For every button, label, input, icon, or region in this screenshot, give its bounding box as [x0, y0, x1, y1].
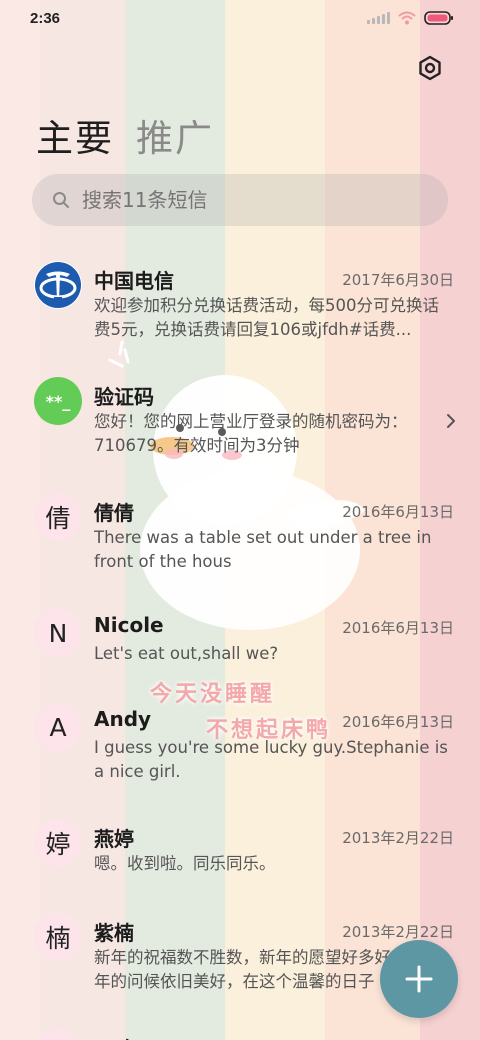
message-preview: 您好！您的网上营业厅登录的随机密码为：710679。有效时间为3分钟	[94, 412, 408, 455]
avatar: **_	[34, 377, 82, 425]
list-item[interactable]: A Andy 2016年6月13日 I guess you're some lu…	[0, 687, 480, 803]
list-item[interactable]: 婷 燕婷 2013年2月22日 嗯。收到啦。同乐同乐。	[0, 803, 480, 897]
contact-name: Nicole	[94, 613, 164, 637]
status-bar: 2:36	[0, 0, 480, 38]
message-preview: Let's eat out,shall we?	[94, 644, 279, 663]
message-date: 2016年6月13日	[342, 713, 454, 731]
list-item[interactable]: 倩 倩倩 2016年6月13日 There was a table set ou…	[0, 477, 480, 593]
list-item[interactable]: 子玲	[0, 1013, 480, 1040]
message-date: 2013年2月22日	[342, 829, 454, 847]
message-date: 2016年6月13日	[342, 503, 454, 521]
contact-name: 子玲	[94, 1033, 134, 1040]
signal-icon	[367, 12, 390, 24]
avatar: N	[34, 609, 82, 657]
new-message-button[interactable]	[380, 940, 458, 1018]
wifi-icon	[398, 11, 416, 25]
avatar	[34, 261, 82, 309]
list-item[interactable]: N Nicole 2016年6月13日 Let's eat out,shall …	[0, 593, 480, 687]
list-item[interactable]: 中国电信 2017年6月30日 欢迎参加积分兑换话费活动，每500分可兑换话费5…	[0, 245, 480, 361]
message-preview: There was a table set out under a tree i…	[94, 528, 432, 571]
messages-screen: 2:36 主要 推广 搜索11条短信 今天没睡醒 不想起床鸭 中国电信 2017…	[0, 0, 480, 1040]
avatar: 婷	[34, 819, 82, 867]
message-date: 2017年6月30日	[342, 271, 454, 289]
message-preview: 嗯。收到啦。同乐同乐。	[94, 854, 276, 873]
avatar	[34, 1029, 82, 1040]
contact-name: 燕婷	[94, 827, 134, 851]
status-time: 2:36	[30, 10, 61, 27]
contact-name: 验证码	[94, 385, 154, 409]
list-item[interactable]: **_ 验证码 您好！您的网上营业厅登录的随机密码为：710679。有效时间为3…	[0, 361, 480, 477]
search-bar[interactable]	[32, 174, 448, 226]
tab-promotions[interactable]: 推广	[136, 108, 214, 162]
avatar: 倩	[34, 493, 82, 541]
search-icon	[53, 192, 69, 208]
china-telecom-logo-icon	[35, 262, 81, 308]
contact-name: Andy	[94, 707, 152, 731]
avatar: 楠	[34, 913, 82, 961]
tab-primary[interactable]: 主要	[36, 108, 114, 162]
contact-name: 中国电信	[94, 269, 174, 293]
search-input[interactable]	[82, 188, 412, 212]
message-preview: I guess you're some lucky guy.Stephanie …	[94, 738, 448, 781]
chevron-right-icon[interactable]	[446, 413, 456, 429]
message-date: 2016年6月13日	[342, 619, 454, 637]
settings-button[interactable]	[416, 54, 444, 82]
status-icons	[367, 11, 454, 25]
message-date: 2013年2月22日	[342, 923, 454, 941]
plus-icon	[405, 965, 433, 993]
gear-icon	[419, 55, 441, 81]
battery-icon	[424, 11, 454, 25]
message-preview: 欢迎参加积分兑换话费活动，每500分可兑换话费5元，兑换话费请回复106或jfd…	[94, 296, 439, 339]
contact-name: 倩倩	[94, 501, 134, 525]
avatar: A	[34, 703, 82, 751]
contact-name: 紫楠	[94, 921, 134, 945]
tab-bar: 主要 推广	[36, 108, 214, 162]
